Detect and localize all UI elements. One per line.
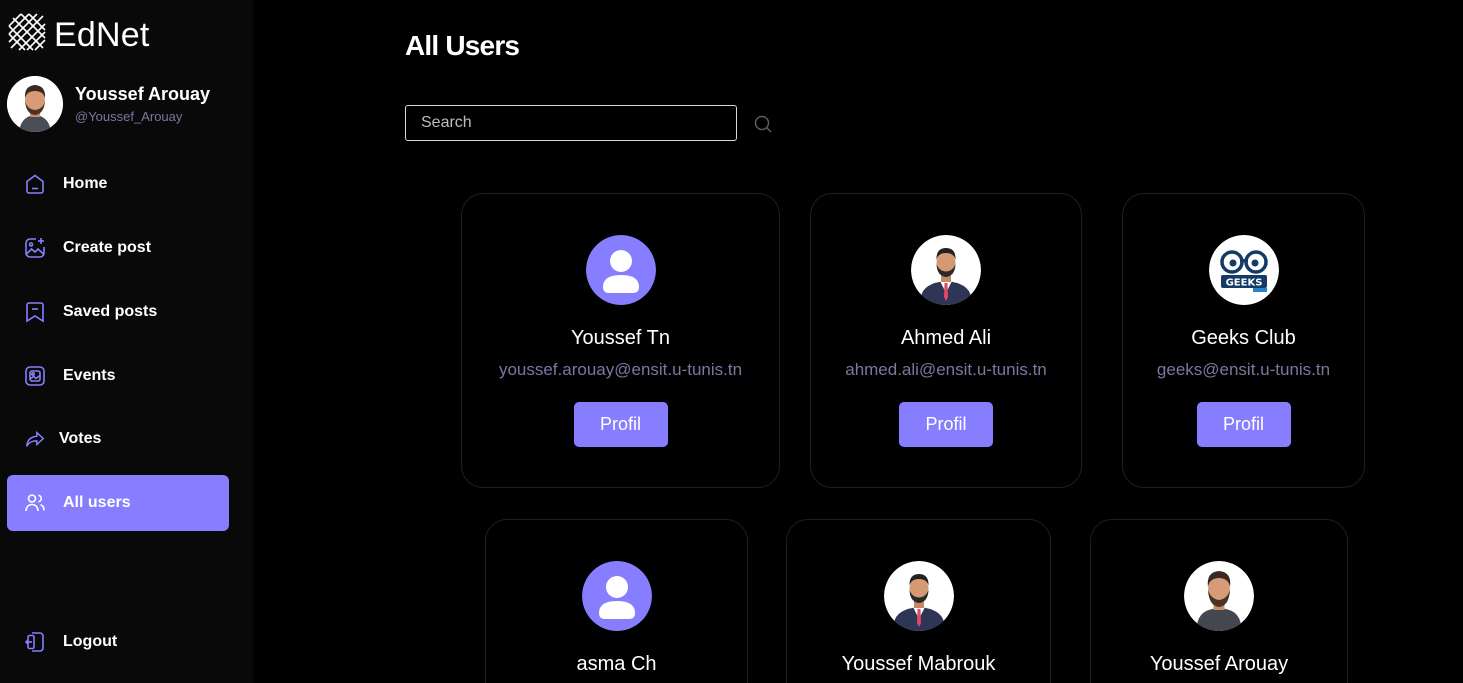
svg-text:GEEKS: GEEKS bbox=[1225, 278, 1262, 289]
profile-button[interactable]: Profil bbox=[573, 402, 668, 447]
sidebar-item-label: All users bbox=[63, 494, 131, 511]
sidebar-item-label: Create post bbox=[63, 239, 152, 256]
sidebar-item-events[interactable]: Events bbox=[7, 348, 229, 404]
user-card: Youssef Arouay bbox=[1090, 519, 1348, 683]
user-card: asma Ch bbox=[485, 519, 748, 683]
sidebar-item-label: Votes bbox=[59, 430, 102, 447]
sidebar-item-label: Events bbox=[63, 367, 116, 384]
sidebar-item-all-users[interactable]: All users bbox=[7, 475, 229, 531]
current-user-profile[interactable]: Youssef Arouay @Youssef_Arouay bbox=[7, 76, 210, 132]
user-name: asma Ch bbox=[576, 653, 657, 675]
geeks-logo: GEEKS bbox=[1208, 235, 1279, 305]
home-icon bbox=[21, 170, 49, 198]
sidebar-item-label: Home bbox=[63, 175, 108, 192]
app-name: EdNet bbox=[54, 16, 150, 54]
events-icon bbox=[21, 362, 49, 390]
profile-button[interactable]: Profil bbox=[1196, 402, 1291, 447]
search-icon[interactable] bbox=[753, 114, 773, 139]
gallery-add-icon bbox=[21, 234, 49, 262]
bearded-man-avatar bbox=[1184, 561, 1254, 631]
current-user-avatar bbox=[7, 76, 63, 132]
app-logo[interactable]: EdNet bbox=[7, 12, 150, 59]
logout-label: Logout bbox=[63, 633, 118, 650]
user-name: Geeks Club bbox=[1191, 327, 1296, 349]
suited-man-avatar bbox=[883, 561, 954, 631]
bookmark-icon bbox=[21, 298, 49, 326]
profile-button[interactable]: Profil bbox=[899, 402, 993, 447]
share-arrow-icon bbox=[21, 425, 49, 453]
logout-button[interactable]: Logout bbox=[7, 614, 229, 670]
sidebar-item-create-post[interactable]: Create post bbox=[7, 220, 229, 276]
user-name: Youssef Tn bbox=[571, 327, 670, 349]
search-input[interactable] bbox=[405, 105, 737, 141]
user-email: youssef.arouay@ensit.u-tunis.tn bbox=[498, 360, 743, 379]
user-name: Ahmed Ali bbox=[900, 327, 992, 349]
current-user-handle: @Youssef_Arouay bbox=[75, 109, 183, 124]
default-avatar-icon bbox=[585, 235, 656, 305]
user-name: Youssef Arouay bbox=[1149, 653, 1289, 675]
user-card: Youssef Tn youssef.arouay@ensit.u-tunis.… bbox=[461, 193, 780, 488]
user-card: Ahmed Ali ahmed.ali@ensit.u-tunis.tn Pro… bbox=[810, 193, 1082, 488]
app-root: EdNet Youssef Arouay @Youssef_Arouay Hom… bbox=[0, 0, 1463, 683]
people-icon bbox=[21, 489, 49, 517]
sidebar-item-saved-posts[interactable]: Saved posts bbox=[7, 284, 229, 340]
page-title: All Users bbox=[405, 30, 520, 61]
logout-icon bbox=[21, 628, 49, 656]
suited-man-avatar bbox=[911, 235, 981, 305]
sidebar-item-label: Saved posts bbox=[63, 303, 158, 320]
user-card: Youssef Mabrouk bbox=[786, 519, 1051, 683]
sidebar-item-home[interactable]: Home bbox=[7, 156, 229, 212]
default-avatar-icon bbox=[581, 561, 652, 631]
ednet-logo-icon bbox=[7, 12, 49, 59]
sidebar-item-votes[interactable]: Votes bbox=[7, 411, 229, 467]
user-name: Youssef Mabrouk bbox=[841, 653, 996, 675]
user-email: geeks@ensit.u-tunis.tn bbox=[1156, 360, 1331, 379]
user-email: ahmed.ali@ensit.u-tunis.tn bbox=[845, 360, 1047, 379]
current-user-name: Youssef Arouay bbox=[75, 84, 211, 104]
user-card: GEEKS Geeks Club geeks@ensit.u-tunis.tn … bbox=[1122, 193, 1365, 488]
left-sidebar: EdNet Youssef Arouay @Youssef_Arouay Hom… bbox=[0, 0, 253, 683]
